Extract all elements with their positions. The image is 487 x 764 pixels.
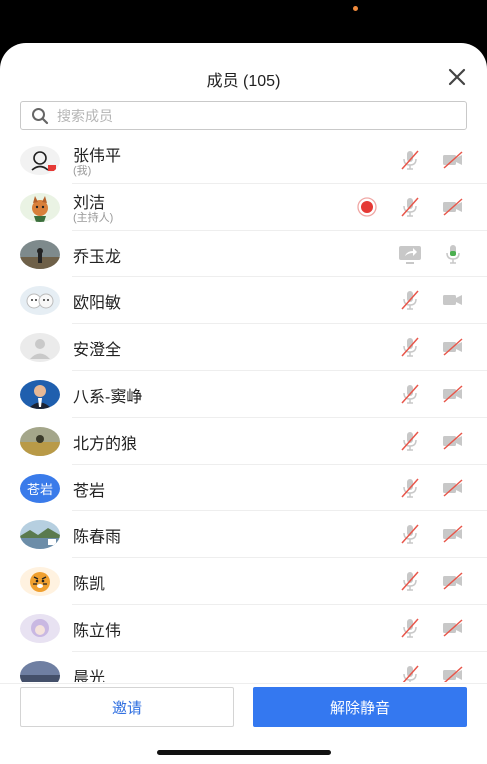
avatar bbox=[20, 146, 60, 175]
avatar bbox=[20, 520, 60, 550]
avatar bbox=[20, 660, 60, 682]
mic-muted-icon[interactable] bbox=[398, 523, 422, 545]
camera-off-icon[interactable] bbox=[441, 617, 465, 639]
mic-muted-icon[interactable] bbox=[398, 477, 422, 499]
member-name: 八系-窦峥 bbox=[73, 388, 143, 406]
members-sheet: 成员 (105) 张伟平(我)刘洁(主持人) 乔玉龙欧阳敏安澄全八系-窦峥北方的狼… bbox=[0, 43, 487, 764]
footer: 邀请 解除静音 bbox=[0, 683, 487, 764]
avatar bbox=[20, 192, 60, 222]
mic-muted-icon[interactable] bbox=[398, 617, 422, 639]
close-icon[interactable] bbox=[447, 67, 467, 87]
mic-muted-icon[interactable] bbox=[398, 664, 422, 682]
member-role: (我) bbox=[73, 165, 92, 177]
invite-button[interactable]: 邀请 bbox=[20, 687, 234, 727]
mic-muted-icon[interactable] bbox=[398, 289, 422, 311]
search-box[interactable] bbox=[20, 101, 467, 130]
avatar bbox=[20, 613, 60, 643]
mic-muted-icon[interactable] bbox=[398, 196, 422, 218]
mic-active-icon[interactable] bbox=[441, 243, 465, 265]
avatar bbox=[20, 286, 60, 316]
camera-off-icon[interactable] bbox=[441, 196, 465, 218]
unmute-all-button[interactable]: 解除静音 bbox=[253, 687, 467, 727]
recording-icon bbox=[355, 196, 379, 218]
camera-off-icon[interactable] bbox=[441, 430, 465, 452]
member-name: 陈立伟 bbox=[73, 622, 122, 640]
member-name: 安澄全 bbox=[73, 342, 122, 360]
member-list[interactable]: 张伟平 (我) 刘洁 (主持人) 乔玉龙欧阳敏安澄全八系-窦峥北方的狼苍岩 苍岩陈春雨陈凯… bbox=[0, 137, 487, 682]
screen-share-icon[interactable] bbox=[398, 243, 422, 265]
member-role: (主持人) bbox=[73, 211, 114, 224]
member-row[interactable]: 安澄全 bbox=[0, 324, 487, 371]
camera-off-icon[interactable] bbox=[441, 477, 465, 499]
mic-muted-icon[interactable] bbox=[398, 570, 422, 592]
avatar bbox=[20, 567, 60, 597]
member-row[interactable]: 欧阳敏 bbox=[0, 277, 487, 324]
mic-muted-icon[interactable] bbox=[398, 149, 422, 171]
camera-off-icon[interactable] bbox=[441, 664, 465, 682]
member-name: 乔玉龙 bbox=[73, 248, 122, 266]
status-indicator-dot bbox=[353, 6, 358, 11]
member-row[interactable]: 陈春雨 bbox=[0, 511, 487, 558]
member-row[interactable]: 苍岩 苍岩 bbox=[0, 465, 487, 512]
camera-off-icon[interactable] bbox=[441, 336, 465, 358]
mic-muted-icon[interactable] bbox=[398, 336, 422, 358]
member-row[interactable]: 张伟平 (我) bbox=[0, 137, 487, 184]
home-indicator bbox=[157, 750, 331, 755]
avatar bbox=[20, 379, 60, 409]
member-name: 北方的狼 bbox=[73, 435, 138, 453]
avatar bbox=[20, 426, 60, 456]
member-name: 欧阳敏 bbox=[73, 295, 122, 313]
mic-muted-icon[interactable] bbox=[398, 383, 422, 405]
member-row[interactable]: 刘洁 (主持人) bbox=[0, 184, 487, 231]
member-name: 晨光 bbox=[73, 669, 106, 682]
sheet-header: 成员 (105) bbox=[0, 43, 487, 101]
member-row[interactable]: 乔玉龙 bbox=[0, 231, 487, 278]
camera-off-icon[interactable] bbox=[441, 570, 465, 592]
avatar bbox=[20, 239, 60, 269]
member-name: 陈春雨 bbox=[73, 529, 122, 547]
avatar: 苍岩 bbox=[20, 473, 60, 503]
member-row[interactable]: 陈凯 bbox=[0, 558, 487, 605]
member-name: 陈凯 bbox=[73, 576, 106, 594]
search-icon bbox=[31, 107, 49, 125]
camera-off-icon[interactable] bbox=[441, 523, 465, 545]
member-row[interactable]: 陈立伟 bbox=[0, 605, 487, 652]
member-row[interactable]: 八系-窦峥 bbox=[0, 371, 487, 418]
member-name: 苍岩 bbox=[73, 482, 106, 500]
mic-muted-icon[interactable] bbox=[398, 430, 422, 452]
search-input[interactable] bbox=[57, 105, 457, 127]
avatar bbox=[20, 333, 60, 363]
page-title: 成员 (105) bbox=[206, 73, 281, 90]
member-row[interactable]: 北方的狼 bbox=[0, 418, 487, 465]
camera-off-icon[interactable] bbox=[441, 149, 465, 171]
camera-on-icon[interactable] bbox=[441, 289, 465, 311]
member-row[interactable]: 晨光 bbox=[0, 652, 487, 682]
camera-off-icon[interactable] bbox=[441, 383, 465, 405]
